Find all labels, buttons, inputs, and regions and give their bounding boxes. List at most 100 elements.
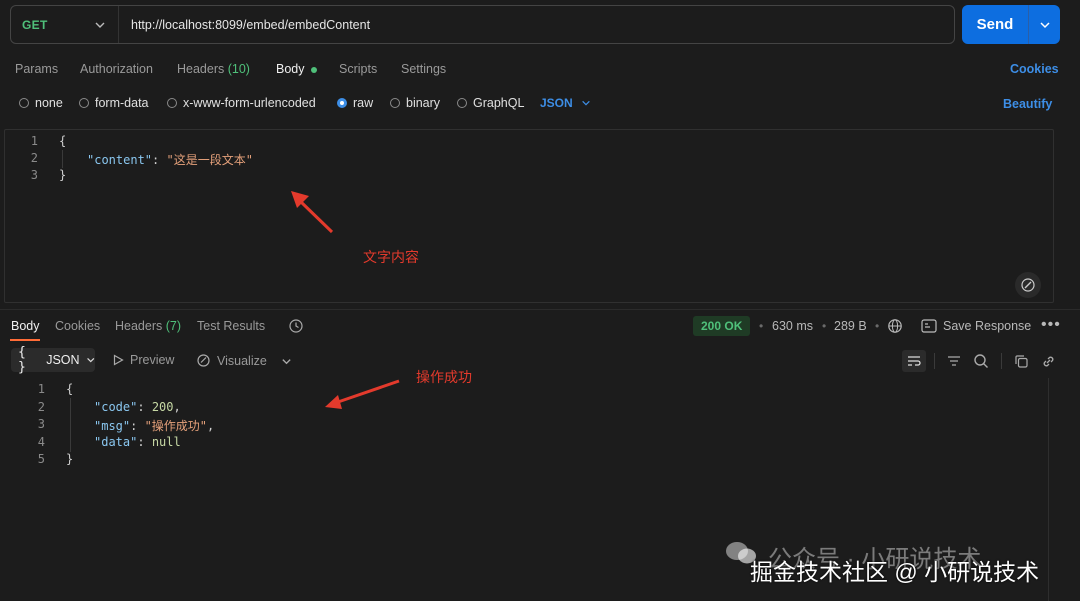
code-brace-close: } <box>66 452 74 466</box>
toolbar-divider <box>1001 353 1002 369</box>
format-icon-button[interactable] <box>1015 272 1041 298</box>
radio-urlencoded[interactable]: x-www-form-urlencoded <box>167 96 316 110</box>
send-button[interactable]: Send <box>962 16 1028 33</box>
response-tab-headers-label: Headers <box>115 319 163 333</box>
save-response-label: Save Response <box>943 319 1032 333</box>
send-button-group: Send <box>962 5 1060 44</box>
json-key: "msg" <box>94 419 131 433</box>
response-time: 630 ms <box>772 319 813 333</box>
radio-binary[interactable]: binary <box>390 96 440 110</box>
json-null-value: null <box>151 435 181 449</box>
request-url-bar: GET http://localhost:8099/embed/embedCon… <box>10 5 955 44</box>
method-selector[interactable]: GET <box>11 6 119 43</box>
search-button[interactable] <box>971 351 991 371</box>
line-number: 1 <box>37 382 45 396</box>
separator-dot: • <box>822 319 827 333</box>
response-scrollbar[interactable] <box>1048 378 1049 601</box>
separator-dot: • <box>759 319 764 333</box>
tab-scripts[interactable]: Scripts <box>339 62 377 76</box>
response-headers-count: (7) <box>165 319 182 333</box>
chevron-down-icon <box>86 358 94 363</box>
chevron-down-icon <box>95 22 105 28</box>
code-line: "code": 200, <box>94 400 181 417</box>
history-icon <box>289 319 303 333</box>
radio-label: x-www-form-urlencoded <box>183 96 316 110</box>
history-button[interactable] <box>286 316 306 336</box>
chevron-down-icon <box>281 358 291 364</box>
headers-count: (10) <box>227 62 250 76</box>
active-tab-underline <box>10 339 40 341</box>
filter-button[interactable] <box>944 351 964 371</box>
radio-circle <box>79 98 89 108</box>
status-badge: 200 OK <box>693 316 751 336</box>
radio-label: binary <box>406 96 441 110</box>
tab-settings[interactable]: Settings <box>401 62 446 76</box>
response-tab-cookies[interactable]: Cookies <box>55 319 100 333</box>
visualize-button[interactable]: Visualize <box>196 353 267 368</box>
indent-guide <box>70 398 71 452</box>
json-key: "content" <box>87 153 153 167</box>
url-input[interactable]: http://localhost:8099/embed/embedContent <box>119 18 370 32</box>
radio-raw[interactable]: raw <box>337 96 373 110</box>
magic-wand-icon <box>1021 278 1035 292</box>
cookies-link[interactable]: Cookies <box>1010 62 1059 76</box>
json-colon: : <box>137 400 152 414</box>
radio-circle <box>19 98 29 108</box>
response-tab-body[interactable]: Body <box>11 319 40 333</box>
radio-label: form-data <box>95 96 149 110</box>
response-tab-test-results[interactable]: Test Results <box>197 319 265 333</box>
toolbar-divider <box>934 353 935 369</box>
json-comma: , <box>173 400 181 414</box>
tab-body[interactable]: Body <box>276 62 317 76</box>
response-tab-headers[interactable]: Headers (7) <box>115 319 181 333</box>
visualize-dropdown[interactable] <box>276 351 296 371</box>
response-size: 289 B <box>834 319 867 333</box>
json-colon: : <box>130 419 145 433</box>
line-number: 1 <box>30 134 38 148</box>
json-colon: : <box>137 435 152 449</box>
code-brace-open: { <box>66 382 74 396</box>
radio-label: none <box>35 96 63 110</box>
braces-icon: { } <box>18 345 26 375</box>
radio-label: raw <box>353 96 374 110</box>
search-icon <box>974 354 988 368</box>
play-icon <box>113 354 124 366</box>
code-line: "content": "这是一段文本" <box>87 151 253 168</box>
watermark-line-2: 掘金技术社区 @ 小研说技术 <box>750 559 1040 585</box>
radio-circle <box>390 98 400 108</box>
line-number: 3 <box>30 168 38 182</box>
radio-graphql[interactable]: GraphQL <box>457 96 524 110</box>
modified-dot <box>310 66 317 73</box>
tab-body-label: Body <box>276 62 305 76</box>
radio-form-data[interactable]: form-data <box>79 96 149 110</box>
tab-headers[interactable]: Headers (10) <box>177 62 250 76</box>
tab-authorization[interactable]: Authorization <box>80 62 153 76</box>
method-label: GET <box>22 17 48 32</box>
more-options-icon[interactable]: ••• <box>1041 316 1061 334</box>
copy-link-button[interactable] <box>1038 351 1058 371</box>
tab-headers-label: Headers <box>177 62 225 76</box>
json-key: "data" <box>94 435 138 449</box>
send-options-button[interactable] <box>1029 19 1060 31</box>
json-string-value: "这是一段文本" <box>166 153 253 167</box>
save-response-button[interactable]: Save Response <box>921 319 1031 333</box>
language-selector[interactable]: JSON <box>540 96 591 110</box>
copy-button[interactable] <box>1011 351 1031 371</box>
visualize-label: Visualize <box>217 353 267 368</box>
beautify-link[interactable]: Beautify <box>1003 97 1052 111</box>
radio-circle-selected <box>337 98 347 108</box>
arrow-response <box>325 379 400 409</box>
save-icon <box>921 319 937 333</box>
radio-none[interactable]: none <box>19 96 63 110</box>
copy-icon <box>1014 354 1028 368</box>
tab-params[interactable]: Params <box>15 62 58 76</box>
line-number: 5 <box>37 452 45 466</box>
chevron-down-icon <box>581 100 590 106</box>
response-format-selector[interactable]: { } JSON <box>11 345 95 375</box>
request-tabs: Params Authorization Headers (10) Body S… <box>0 56 1080 84</box>
globe-icon <box>888 319 902 333</box>
wrap-lines-button[interactable] <box>902 350 926 372</box>
network-button[interactable] <box>885 316 905 336</box>
preview-button[interactable]: Preview <box>113 353 174 367</box>
json-number-value: 200 <box>151 400 174 414</box>
